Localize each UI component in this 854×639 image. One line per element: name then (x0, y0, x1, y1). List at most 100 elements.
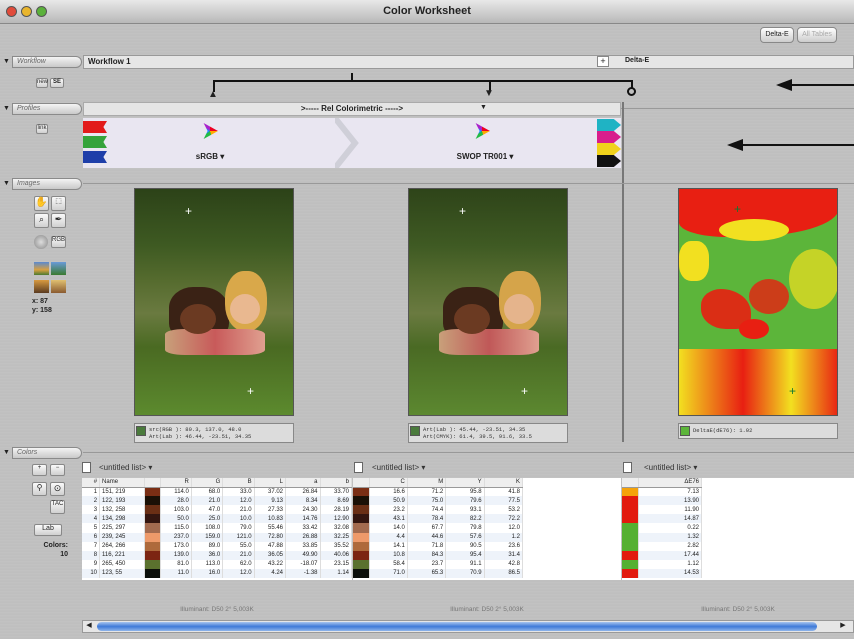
profiles-section-tab[interactable]: Profiles (12, 103, 82, 115)
col-header[interactable]: # (82, 478, 101, 488)
rendering-intent-popup[interactable]: >----- Rel Colorimetric -----> (83, 102, 621, 116)
table-row[interactable]: 14.1 71.8 90.5 23.6 (353, 541, 524, 551)
table-row[interactable]: 16.6 71.2 95.8 41.8 (353, 487, 524, 497)
table-row[interactable]: 14.53 (622, 568, 702, 579)
table-row[interactable]: 50.9 75.0 79.6 77.5 (353, 496, 524, 506)
destination-image[interactable]: + + (408, 188, 568, 416)
rgb-mode-button[interactable]: RGB (51, 236, 66, 248)
table-row[interactable]: 10 123, 55 11.0 16.0 12.0 4.24 -1.38 1.14 (82, 568, 353, 579)
col-header[interactable]: K (484, 478, 524, 488)
col-header[interactable]: Name (99, 478, 145, 488)
table-row[interactable]: 0.22 (622, 523, 702, 533)
col-header[interactable]: Y (445, 478, 485, 488)
disclosure-triangle-icon[interactable]: ▼ (3, 449, 10, 456)
image-thumbnail-icon[interactable] (51, 262, 66, 275)
table-row[interactable]: 7.13 (622, 487, 702, 497)
source-color-table[interactable]: # Name R G B L a b 1 151, 219 114.0 68.0 33.… (82, 478, 353, 580)
col-header[interactable]: M (407, 478, 447, 488)
disclosure-triangle-icon[interactable]: ▼ (3, 180, 10, 187)
document-icon (354, 462, 363, 473)
table-row[interactable]: 11.90 (622, 505, 702, 515)
image-thumbnail-icon[interactable] (51, 280, 66, 293)
table-row[interactable]: 71.0 65.3 70.9 86.5 (353, 568, 524, 579)
table-cell: 132, 258 (99, 505, 145, 515)
col-header[interactable]: b (320, 478, 353, 488)
workflow-name[interactable]: Workflow 1 (88, 57, 131, 66)
scroll-left-arrow-icon[interactable]: ◀ (84, 621, 94, 632)
table-row[interactable]: 4 134, 298 50.0 25.0 10.0 10.83 14.76 12.90 (82, 514, 353, 524)
workflow-section-tab[interactable]: Workflow (12, 56, 82, 68)
all-tables-button[interactable]: All Tables (797, 27, 837, 43)
table-row[interactable]: 2 122, 193 28.0 21.0 12.0 9.13 8.34 8.69 (82, 496, 353, 506)
table-cell: 108.0 (191, 523, 224, 533)
col-header[interactable]: B (222, 478, 255, 488)
table-row[interactable]: 3 132, 258 103.0 47.0 21.0 27.33 24.30 28.19 (82, 505, 353, 515)
dest-color-table[interactable]: C M Y K 16.6 71.2 95.8 41.8 50.9 75.0 79.6 77.5… (353, 478, 621, 580)
image-thumbnail-icon[interactable] (34, 262, 49, 275)
table-row[interactable]: 2.82 (622, 541, 702, 551)
col-header[interactable]: R (160, 478, 192, 488)
table-row[interactable]: 43.1 78.4 82.2 72.2 (353, 514, 524, 524)
hand-tool-icon[interactable]: ✋ (34, 196, 49, 211)
table-row[interactable]: 6 239, 245 237.0 159.0 121.0 72.80 26.88 32.25 (82, 532, 353, 542)
eyedropper-tool-icon[interactable]: ✒ (51, 213, 66, 228)
colors-section-tab[interactable]: Colors (12, 447, 82, 459)
table-row[interactable]: 1 151, 219 114.0 68.0 33.0 37.02 26.84 33.70 (82, 487, 353, 497)
table-row[interactable]: 23.2 74.4 93.1 53.2 (353, 505, 524, 515)
col-header[interactable]: G (191, 478, 224, 488)
remove-color-button[interactable]: − (50, 464, 65, 476)
source-image[interactable]: + + (134, 188, 294, 416)
table-row[interactable]: 10.8 84.3 95.4 31.4 (353, 550, 524, 560)
table-row[interactable]: 8 116, 221 139.0 36.0 21.0 36.05 49.90 40.06 (82, 550, 353, 560)
source-profile-popup[interactable]: sRGB ▾ (190, 152, 230, 161)
delta-e-map-image[interactable]: + + (678, 188, 838, 416)
table-row[interactable]: 1.12 (622, 559, 702, 569)
tac-icon[interactable]: TAC (50, 500, 65, 514)
table-cell: 55.46 (254, 523, 287, 533)
marquee-tool-icon[interactable]: ⬚ (51, 196, 66, 211)
list-name-popup-mid[interactable]: <untitled list> ▾ (372, 463, 425, 472)
table-row[interactable]: 17.44 (622, 550, 702, 560)
table-row[interactable]: 4.4 44.6 57.6 1.2 (353, 532, 524, 542)
add-color-button[interactable]: + (32, 464, 47, 476)
images-section-tab[interactable]: Images (12, 178, 82, 190)
scroll-right-arrow-icon[interactable]: ▶ (838, 621, 848, 632)
disclosure-triangle-icon[interactable]: ▼ (3, 105, 10, 112)
scrollbar-thumb[interactable] (97, 622, 817, 631)
list-name-popup-right[interactable]: <untitled list> ▾ (644, 463, 697, 472)
table-cell: 134, 298 (99, 514, 145, 524)
globe-icon[interactable] (34, 235, 48, 249)
eyedropper-sample-icon[interactable]: ⚲ (32, 482, 47, 496)
delta-color-table[interactable]: ΔE76 7.13 13.90 11.90 14.87 0.22 1.32 2.82 17.4… (622, 478, 854, 580)
col-header[interactable]: C (369, 478, 408, 488)
image-thumbnail-icon[interactable] (34, 280, 49, 293)
destination-profile-popup[interactable]: SWOP TR001 ▾ (445, 152, 525, 161)
add-workflow-button[interactable]: + (597, 56, 609, 67)
col-header[interactable]: L (254, 478, 287, 488)
workflow-connector-stem (351, 73, 353, 81)
se-button[interactable]: SE (50, 78, 64, 88)
col-header[interactable]: ΔE76 (638, 478, 702, 488)
table-row[interactable]: 14.87 (622, 514, 702, 524)
chevron-down-icon[interactable]: ▼ (480, 104, 487, 111)
link-button[interactable]: link (36, 124, 48, 134)
colors-count-label: Colors: (43, 542, 69, 549)
color-space-popup[interactable]: Lab (34, 524, 62, 536)
list-name-popup-left[interactable]: <untitled list> ▾ (99, 463, 152, 472)
col-header[interactable]: a (285, 478, 321, 488)
table-row[interactable]: 5 225, 297 115.0 108.0 79.0 55.46 33.42 32.08 (82, 523, 353, 533)
table-row[interactable]: 58.4 23.7 91.1 42.8 (353, 559, 524, 569)
new-button[interactable]: new (36, 78, 48, 88)
table-row[interactable]: 9 265, 450 81.0 113.0 62.0 43.22 -18.07 23.15 (82, 559, 353, 569)
target-icon[interactable]: ⊙ (50, 482, 65, 496)
zoom-tool-icon[interactable]: ⌕ (34, 213, 49, 228)
table-cell: 62.0 (222, 559, 255, 569)
table-row[interactable]: 14.0 67.7 79.8 12.0 (353, 523, 524, 533)
table-row[interactable]: 1.32 (622, 532, 702, 542)
table-row[interactable]: 7 264, 266 173.0 89.0 55.0 47.88 33.85 35.52 (82, 541, 353, 551)
delta-e-popup[interactable]: Delta-E (760, 27, 794, 43)
table-row[interactable]: 13.90 (622, 496, 702, 506)
table-cell: 25.0 (191, 514, 224, 524)
pane-divider[interactable] (622, 102, 624, 442)
table-cell: 70.9 (445, 568, 485, 579)
